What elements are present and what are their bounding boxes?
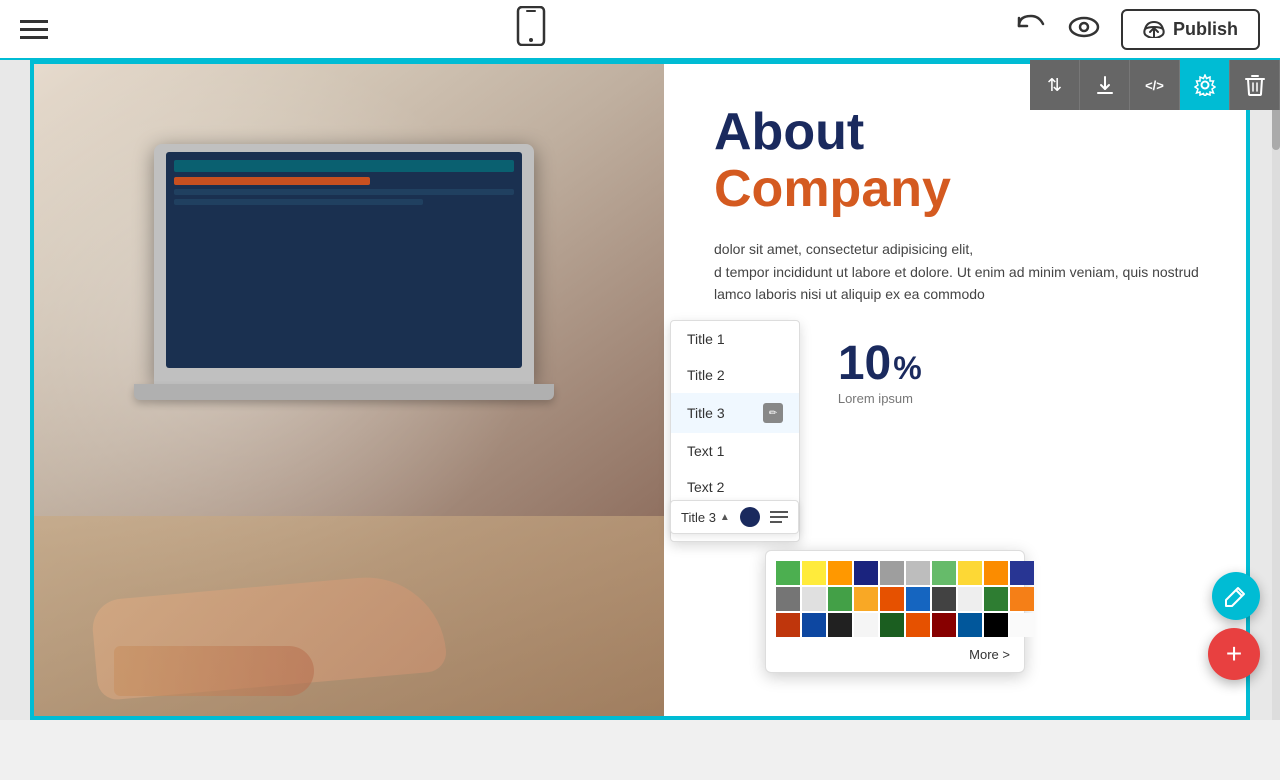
company-title: Company [714, 161, 1206, 218]
color-grid [776, 561, 1014, 637]
color-cell-29[interactable] [1010, 613, 1034, 637]
color-cell-15[interactable] [906, 587, 930, 611]
body-text: dolor sit amet, consectetur adipisicing … [714, 238, 1206, 305]
element-bar: Title 3 ▲ [670, 500, 799, 534]
color-cell-11[interactable] [802, 587, 826, 611]
top-right-actions: Publish [1015, 9, 1260, 50]
color-cell-27[interactable] [958, 613, 982, 637]
color-cell-2[interactable] [828, 561, 852, 585]
publish-label: Publish [1173, 19, 1238, 40]
color-cell-9[interactable] [1010, 561, 1034, 585]
top-bar: Publish [0, 0, 1280, 60]
color-cell-25[interactable] [906, 613, 930, 637]
stat2-suffix: % [893, 350, 921, 387]
about-title: About [714, 104, 1206, 161]
color-cell-23[interactable] [854, 613, 878, 637]
delete-button[interactable] [1230, 60, 1280, 110]
color-cell-5[interactable] [906, 561, 930, 585]
color-cell-3[interactable] [854, 561, 878, 585]
more-colors-button[interactable]: More > [776, 647, 1014, 662]
edit-fab-button[interactable] [1212, 572, 1260, 620]
color-cell-7[interactable] [958, 561, 982, 585]
color-cell-17[interactable] [958, 587, 982, 611]
page-content: About Company dolor sit amet, consectetu… [30, 60, 1250, 720]
sort-button[interactable]: ⇅ [1030, 60, 1080, 110]
color-cell-12[interactable] [828, 587, 852, 611]
settings-button[interactable] [1180, 60, 1230, 110]
color-palette: More > [765, 550, 1025, 673]
color-cell-28[interactable] [984, 613, 1008, 637]
color-cell-0[interactable] [776, 561, 800, 585]
chevron-up-icon: ▲ [720, 512, 730, 523]
color-cell-10[interactable] [776, 587, 800, 611]
stat2-label: Lorem ipsum [838, 391, 922, 406]
color-cell-4[interactable] [880, 561, 904, 585]
hamburger-menu[interactable] [20, 20, 48, 39]
color-cell-20[interactable] [776, 613, 800, 637]
download-button[interactable] [1080, 60, 1130, 110]
edit-icon[interactable]: ✏ [763, 403, 783, 423]
scrollbar[interactable] [1272, 60, 1280, 720]
hero-image [34, 64, 664, 716]
dropdown-item-title1[interactable]: Title 1 [671, 321, 799, 357]
color-cell-22[interactable] [828, 613, 852, 637]
publish-button[interactable]: Publish [1121, 9, 1260, 50]
stat2-number: 10 [838, 336, 891, 391]
secondary-toolbar: ⇅ </> [1030, 60, 1280, 110]
color-cell-21[interactable] [802, 613, 826, 637]
lines-icon[interactable] [770, 511, 788, 523]
color-cell-26[interactable] [932, 613, 956, 637]
color-cell-14[interactable] [880, 587, 904, 611]
dropdown-item-title3[interactable]: Title 3 ✏ [671, 393, 799, 433]
undo-icon[interactable] [1015, 12, 1047, 47]
color-cell-6[interactable] [932, 561, 956, 585]
dropdown-item-title2[interactable]: Title 2 [671, 357, 799, 393]
code-button[interactable]: </> [1130, 60, 1180, 110]
phone-preview-icon[interactable] [516, 6, 546, 53]
preview-eye-icon[interactable] [1067, 15, 1101, 44]
color-cell-24[interactable] [880, 613, 904, 637]
color-cell-19[interactable] [1010, 587, 1034, 611]
color-cell-1[interactable] [802, 561, 826, 585]
color-cell-18[interactable] [984, 587, 1008, 611]
color-cell-13[interactable] [854, 587, 878, 611]
color-cell-16[interactable] [932, 587, 956, 611]
element-name[interactable]: Title 3 ▲ [681, 510, 730, 525]
dropdown-item-text1[interactable]: Text 1 [671, 433, 799, 469]
color-dot[interactable] [740, 507, 760, 527]
add-fab-button[interactable]: + [1208, 628, 1260, 680]
color-cell-8[interactable] [984, 561, 1008, 585]
stat-item-2: 10 % Lorem ipsum [838, 336, 922, 406]
canvas: About Company dolor sit amet, consectetu… [0, 60, 1280, 720]
